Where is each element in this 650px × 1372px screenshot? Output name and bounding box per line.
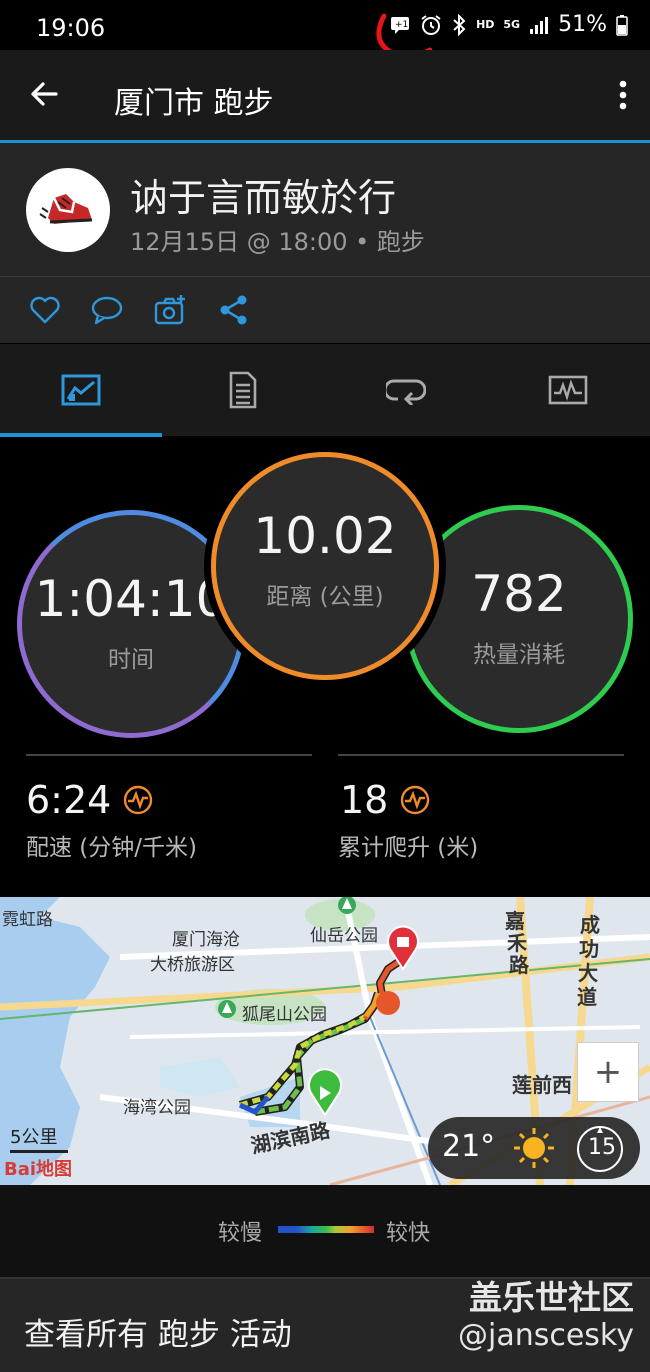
add-photo-icon[interactable] <box>153 293 187 327</box>
watermark-title: 盖乐世社区 <box>469 1278 634 1317</box>
battery-icon <box>616 14 628 36</box>
activity-name: 讷于言而敏於行 <box>130 176 397 220</box>
tab-stats[interactable] <box>0 344 162 436</box>
signal-icon <box>530 16 549 34</box>
distance-value: 10.02 <box>253 507 397 565</box>
tab-details[interactable] <box>162 344 324 436</box>
heart-icon[interactable] <box>28 293 62 327</box>
pace-legend: 较慢 较快 <box>0 1185 650 1277</box>
notification-icon: +1 <box>391 16 410 34</box>
share-icon[interactable] <box>217 293 251 327</box>
map-label: 大桥旅游区 <box>150 955 235 975</box>
shoe-logo-icon <box>39 194 93 224</box>
divider <box>26 754 312 756</box>
time-value: 1:04:10 <box>34 570 228 628</box>
watermark-handle: @janscesky <box>457 1318 634 1353</box>
weather-temperature: 21° <box>442 1129 496 1164</box>
view-all-label: 查看所有 跑步 活动 <box>24 1317 292 1353</box>
ascent-value: 18 <box>340 778 389 822</box>
weather-badge: 21° 15 <box>428 1117 640 1179</box>
svg-text:+1: +1 <box>395 20 408 30</box>
network-indicator: 5G <box>503 18 521 31</box>
activity-meta: 12月15日 @ 18:00 • 跑步 <box>130 228 425 256</box>
map-scale-label: 5公里 <box>10 1127 58 1148</box>
status-icons: +1 HD 5G 51% <box>389 12 628 37</box>
map-label: 仙岳公园 <box>310 926 378 946</box>
graph-icon <box>548 375 588 405</box>
map-label: 厦门海沧 <box>172 930 240 950</box>
distance-stat-circle: 10.02 距离 (公里) <box>211 452 439 680</box>
map-road-label: 路 <box>509 953 529 977</box>
time-stat-circle: 1:04:10 时间 <box>17 510 245 738</box>
laps-loop-icon <box>386 379 426 405</box>
hd-indicator: HD <box>476 18 495 31</box>
page-title: 厦门市 跑步 <box>114 86 274 121</box>
arrow-left-icon[interactable] <box>28 78 60 110</box>
zoom-in-button[interactable]: + <box>577 1042 639 1102</box>
app-bar: 厦门市 跑步 <box>0 50 650 140</box>
distance-label: 距离 (公里) <box>266 584 384 610</box>
sun-icon <box>514 1128 554 1168</box>
calories-stat-circle: 782 热量消耗 <box>405 505 633 733</box>
route-map[interactable]: 霓虹路 厦门海沧 大桥旅游区 仙岳公园 狐尾山公园 海湾公园 湖滨南路 莲前西 … <box>0 897 650 1185</box>
map-scale-bar <box>10 1150 68 1153</box>
tab-laps[interactable] <box>325 344 487 436</box>
stats-chart-icon <box>61 374 101 406</box>
alarm-icon <box>421 14 441 35</box>
pace-label: 配速 (分钟/千米) <box>26 835 198 861</box>
pulse-icon[interactable] <box>123 785 153 815</box>
avatar[interactable] <box>26 168 110 252</box>
wind-speed: 15 <box>588 1135 616 1160</box>
divider <box>338 754 624 756</box>
more-vertical-icon[interactable] <box>618 80 628 110</box>
pulse-icon[interactable] <box>400 785 430 815</box>
ascent-label: 累计爬升 (米) <box>338 835 479 861</box>
pace-value: 6:24 <box>26 778 112 822</box>
comment-icon[interactable] <box>90 293 124 327</box>
time-label: 时间 <box>108 647 154 673</box>
ascent-metric: 18 <box>340 778 430 822</box>
map-scale: 5公里 <box>10 1123 68 1153</box>
map-label: 霓虹路 <box>2 910 53 930</box>
document-icon <box>229 371 257 409</box>
map-label: 海湾公园 <box>123 1098 191 1118</box>
calories-label: 热量消耗 <box>473 642 565 668</box>
map-label: 狐尾山公园 <box>242 1005 327 1025</box>
activity-header: 讷于言而敏於行 12月15日 @ 18:00 • 跑步 <box>0 143 650 276</box>
calories-value: 782 <box>471 565 567 623</box>
battery-percent: 51% <box>558 12 607 37</box>
legend-fast-label: 较快 <box>386 1221 431 1246</box>
legend-slow-label: 较慢 <box>218 1221 263 1246</box>
action-row <box>0 277 650 343</box>
bluetooth-icon <box>453 13 466 36</box>
tab-bar <box>0 344 650 436</box>
map-road-label: 道 <box>577 985 597 1009</box>
pace-metric: 6:24 <box>26 778 153 822</box>
baidu-map-logo: Bai地图 <box>4 1159 73 1180</box>
status-time: 19:06 <box>36 14 106 42</box>
pace-gradient-bar <box>278 1226 374 1233</box>
map-road-label: 莲前西 <box>512 1073 572 1097</box>
tab-graph[interactable] <box>487 344 649 436</box>
